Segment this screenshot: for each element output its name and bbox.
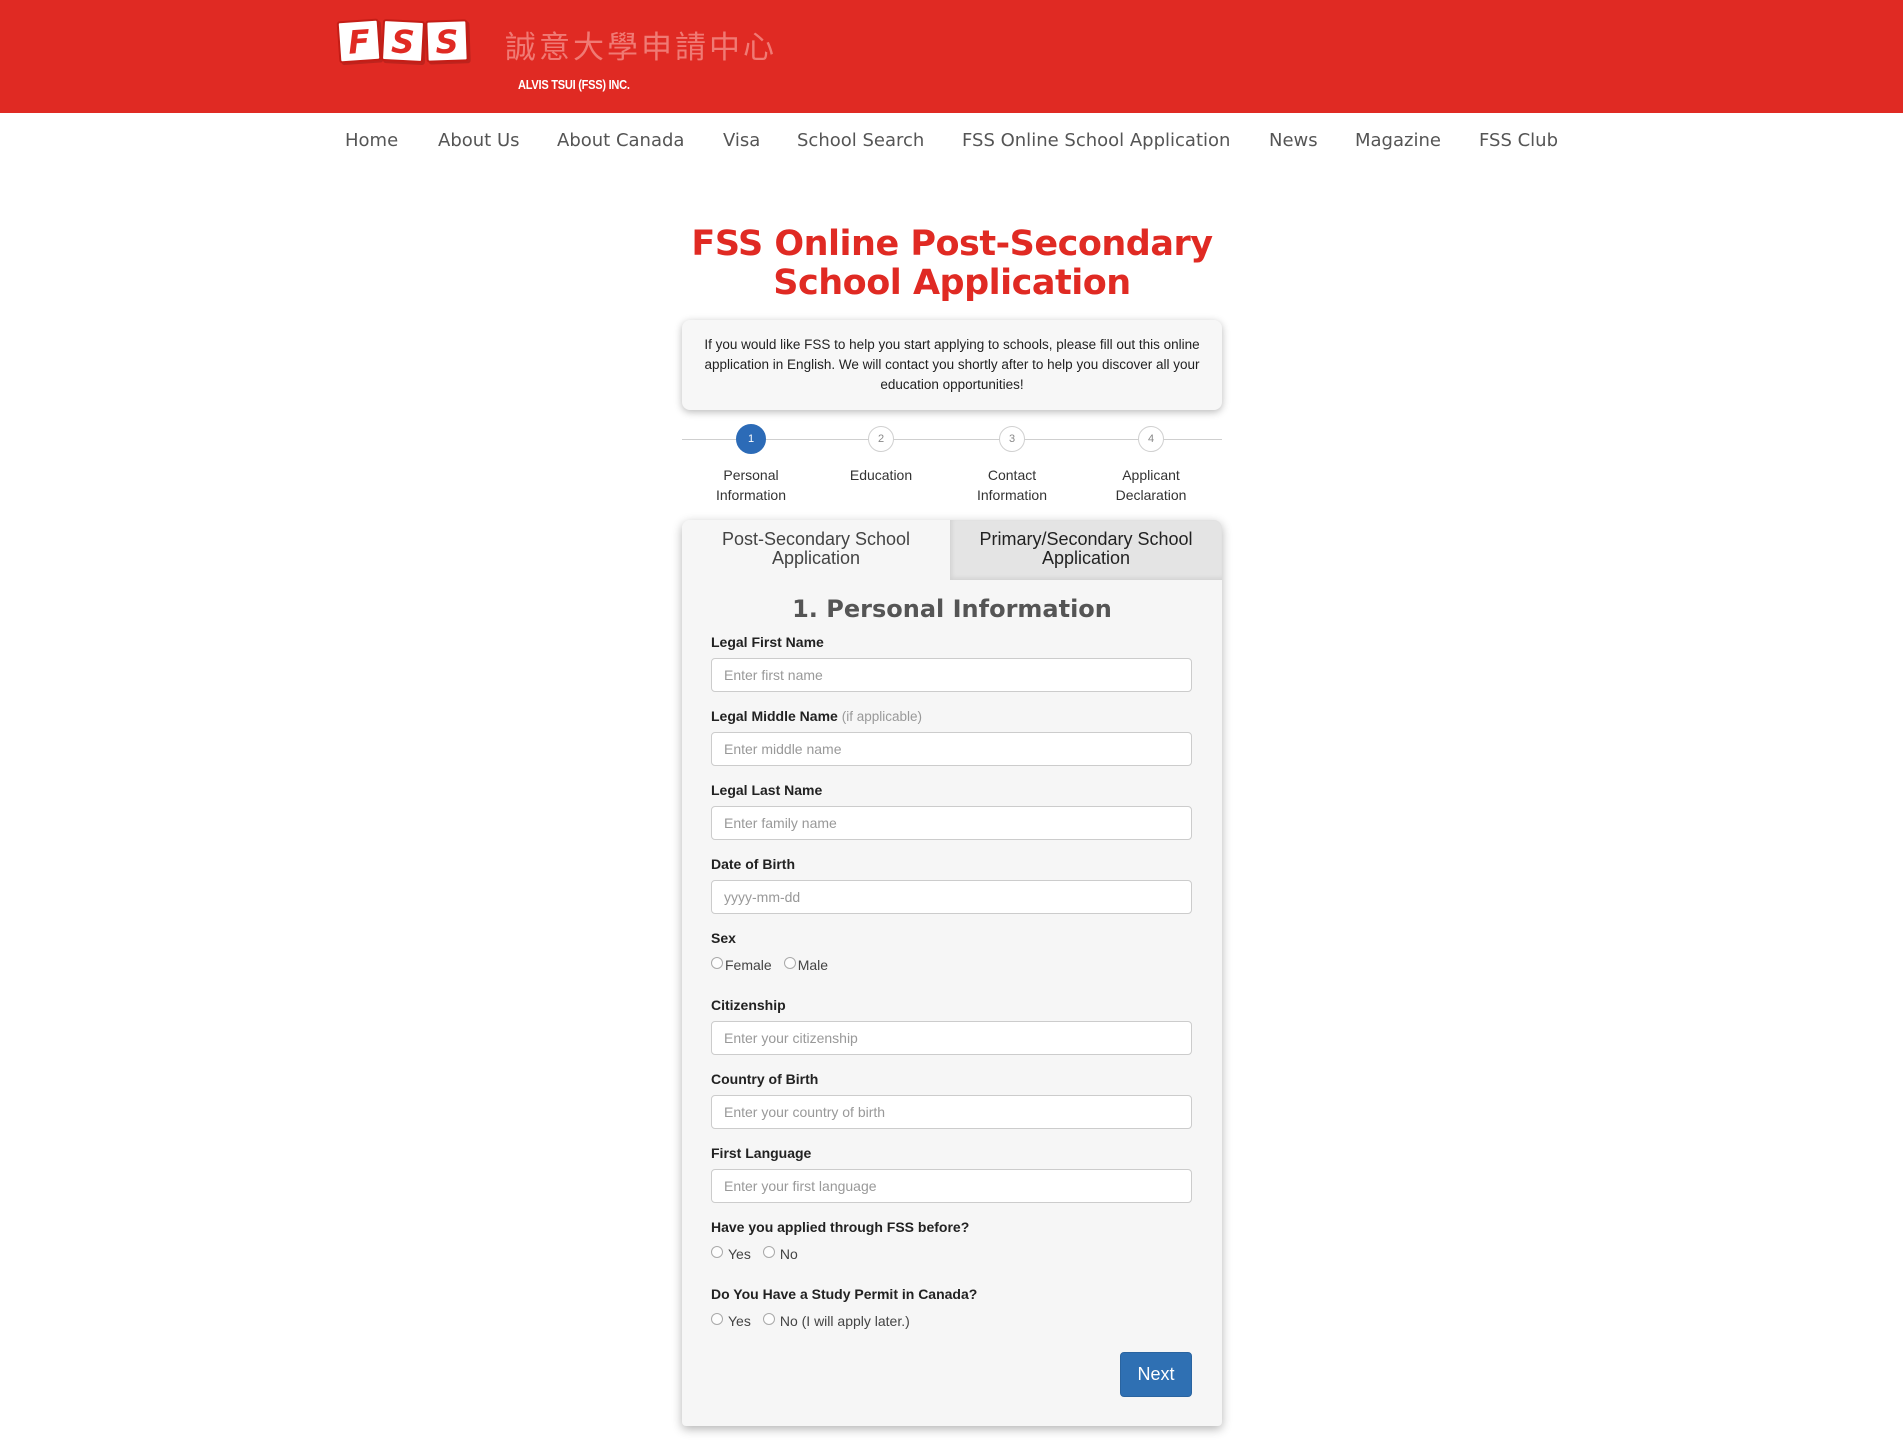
step-4-label: Applicant Declaration	[1115, 467, 1187, 503]
sex-female-radio[interactable]	[711, 957, 723, 969]
header-bar: F S S 誠意大學申請中心 ALVIS TSUI (FSS) INC.	[0, 0, 1903, 113]
middle-name-input[interactable]	[711, 732, 1192, 766]
step-1-label: Personal Information	[715, 467, 787, 503]
study-permit-yes-label[interactable]: Yes	[728, 1313, 751, 1329]
nav-item-about-us[interactable]: About Us	[438, 130, 520, 151]
nav-item-about-canada[interactable]: About Canada	[557, 130, 684, 151]
country-of-birth-label: Country of Birth	[711, 1071, 819, 1087]
company-name: ALVIS TSUI (FSS) INC.	[518, 77, 630, 92]
applied-before-yes-label[interactable]: Yes	[728, 1246, 751, 1262]
section-title: 1. Personal Information	[792, 595, 1112, 623]
step-3-label: Contact Information	[976, 467, 1048, 503]
sex-female-label[interactable]: Female	[725, 957, 772, 973]
first-language-label: First Language	[711, 1145, 812, 1161]
sex-male-radio[interactable]	[783, 957, 796, 969]
nav-item-online-application[interactable]: FSS Online School Application	[962, 130, 1230, 151]
first-name-input[interactable]	[711, 658, 1192, 692]
applied-before-yes-radio[interactable]	[711, 1246, 723, 1258]
nav-item-school-search[interactable]: School Search	[797, 130, 924, 151]
chinese-company-name: 誠意大學申請中心	[505, 30, 777, 66]
nav-item-home[interactable]: Home	[345, 130, 398, 151]
tab-primary-secondary-application[interactable]: Primary/Secondary School Application	[950, 520, 1222, 580]
middle-name-hint: (if applicable)	[841, 709, 922, 724]
citizenship-label: Citizenship	[711, 997, 786, 1013]
study-permit-yes-radio[interactable]	[711, 1313, 723, 1325]
last-name-input[interactable]	[711, 806, 1192, 840]
middle-name-label: Legal Middle Name (if applicable)	[711, 708, 922, 724]
step-4-indicator: 4	[1138, 426, 1164, 452]
study-permit-options: Yes No (I will apply later.)	[711, 1313, 922, 1329]
page-title: FSS Online Post-Secondary School Applica…	[691, 224, 1213, 303]
next-button[interactable]: Next	[1120, 1352, 1192, 1397]
fss-logo[interactable]: F S S	[336, 18, 470, 66]
sex-label: Sex	[711, 930, 736, 946]
sex-options: Female Male	[711, 957, 840, 973]
nav-item-magazine[interactable]: Magazine	[1355, 130, 1441, 151]
nav-item-visa[interactable]: Visa	[723, 130, 760, 151]
tab-post-secondary-application[interactable]: Post-Secondary School Application	[682, 520, 950, 580]
applied-before-no-label[interactable]: No	[780, 1246, 798, 1262]
dob-label: Date of Birth	[711, 856, 795, 872]
step-2-label: Education	[849, 467, 913, 483]
logo-letter-box: S	[425, 19, 469, 63]
study-permit-label: Do You Have a Study Permit in Canada?	[711, 1286, 978, 1302]
country-of-birth-input[interactable]	[711, 1095, 1192, 1129]
applied-before-no-radio[interactable]	[762, 1246, 775, 1258]
sex-male-label[interactable]: Male	[798, 957, 828, 973]
first-language-input[interactable]	[711, 1169, 1192, 1203]
main-nav: Home About Us About Canada Visa School S…	[0, 113, 1903, 171]
step-2-indicator: 2	[868, 426, 894, 452]
step-1-indicator: 1	[736, 424, 766, 454]
first-name-label: Legal First Name	[711, 634, 824, 650]
study-permit-no-label[interactable]: No (I will apply later.)	[780, 1313, 910, 1329]
citizenship-input[interactable]	[711, 1021, 1192, 1055]
step-3-indicator: 3	[999, 426, 1025, 452]
logo-letter-box: F	[336, 18, 382, 64]
applied-before-options: Yes No	[711, 1246, 810, 1262]
nav-item-fss-club[interactable]: FSS Club	[1479, 130, 1558, 151]
logo-letter-box: S	[380, 18, 426, 64]
study-permit-no-radio[interactable]	[762, 1313, 775, 1325]
intro-text: If you would like FSS to help you start …	[682, 320, 1222, 410]
dob-input[interactable]	[711, 880, 1192, 914]
applied-before-label: Have you applied through FSS before?	[711, 1219, 970, 1235]
last-name-label: Legal Last Name	[711, 782, 823, 798]
nav-item-news[interactable]: News	[1269, 130, 1318, 151]
